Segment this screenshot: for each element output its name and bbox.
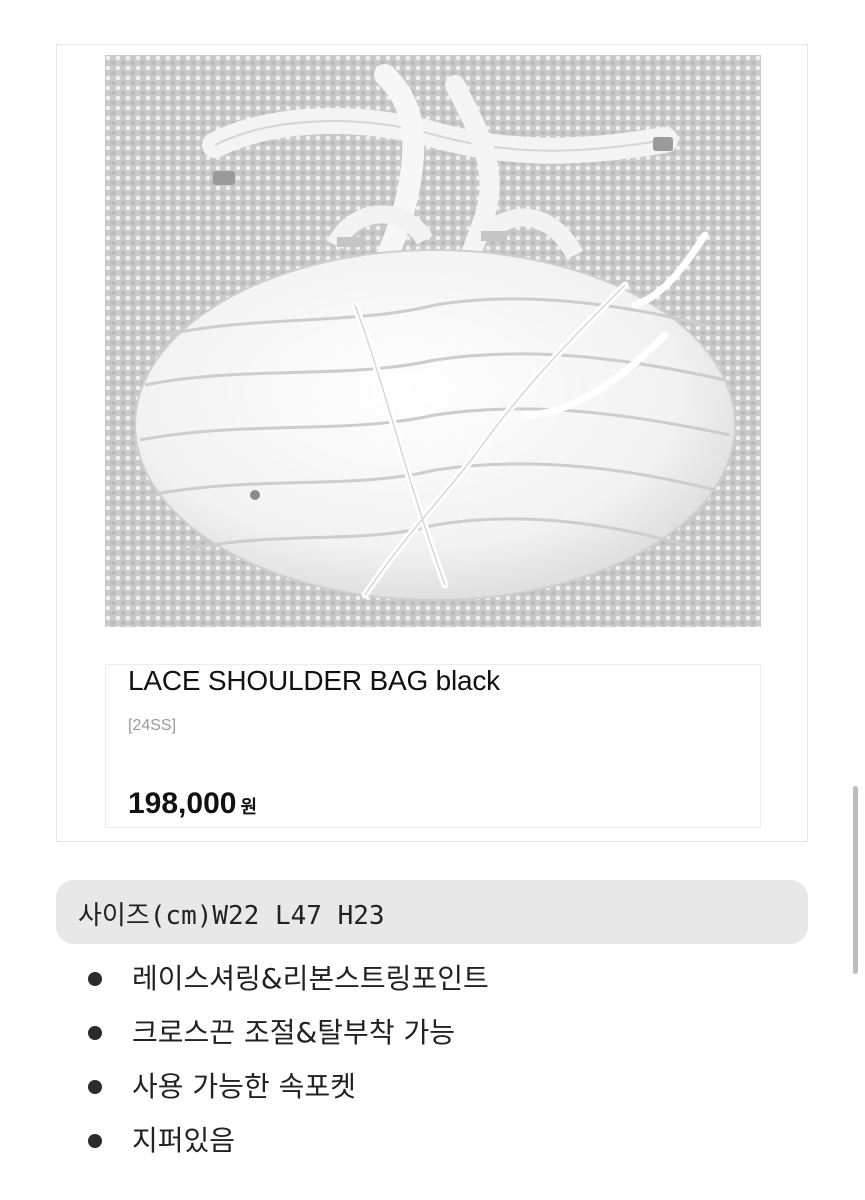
bullet-icon bbox=[88, 1080, 102, 1094]
bullet-icon bbox=[88, 972, 102, 986]
price-value: 198,000 bbox=[128, 787, 237, 820]
size-info-text: 사이즈(cm)W22 L47 H23 bbox=[78, 901, 385, 931]
feature-text: 지퍼있음 bbox=[132, 1124, 236, 1157]
product-title: LACE SHOULDER BAG black bbox=[128, 665, 500, 696]
product-info[interactable]: LACE SHOULDER BAG black [24SS] 198,000 원 bbox=[105, 664, 761, 828]
scrollbar[interactable] bbox=[853, 786, 858, 974]
price-currency: 원 bbox=[240, 797, 258, 818]
season-tag: [24SS] bbox=[128, 717, 177, 734]
bullet-icon bbox=[88, 1026, 102, 1040]
feature-text: 레이스셔링&리본스트링포인트 bbox=[132, 962, 489, 995]
feature-text: 크로스끈 조절&탈부착 가능 bbox=[132, 1016, 455, 1049]
bullet-icon bbox=[88, 1134, 102, 1148]
product-card[interactable]: LACE SHOULDER BAG black [24SS] 198,000 원 bbox=[56, 44, 808, 842]
product-price: 198,000 원 bbox=[128, 787, 257, 821]
feature-text: 사용 가능한 속포켓 bbox=[132, 1070, 356, 1103]
bag-illustration bbox=[134, 64, 736, 601]
product-image[interactable] bbox=[105, 55, 761, 627]
size-info-box: 사이즈(cm)W22 L47 H23 bbox=[56, 880, 808, 944]
